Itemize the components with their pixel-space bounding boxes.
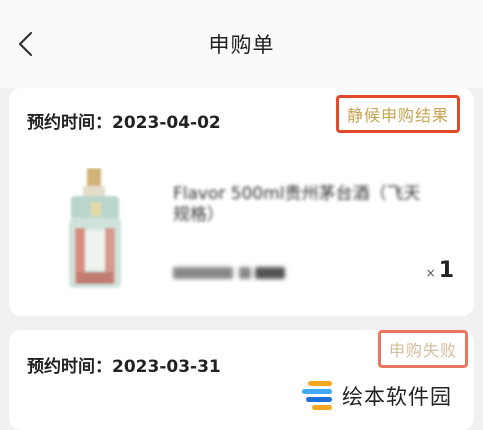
order-date: 预约时间：2023-04-02 [27,113,221,133]
page-title: 申购单 [208,33,275,57]
product-thumbnail[interactable] [61,168,131,293]
order-card[interactable]: 预约时间：2023-04-02 静候申购结果 Flavor 500ml贵州茅台酒… [9,88,474,316]
header-bar: 申购单 [0,0,483,88]
watermark-logo-icon [302,381,332,410]
quantity: × 1 [425,258,454,283]
product-name: Flavor 500ml贵州茅台酒（飞天规格） [173,184,421,225]
order-status-badge[interactable]: 申购失败 [377,330,468,368]
product-price-blurred [173,264,293,282]
watermark-text: 绘本软件园 [342,385,452,409]
watermark: 绘本软件园 [300,376,483,416]
order-status-badge[interactable]: 静候申购结果 [335,95,460,133]
order-date: 预约时间：2023-03-31 [27,357,221,377]
